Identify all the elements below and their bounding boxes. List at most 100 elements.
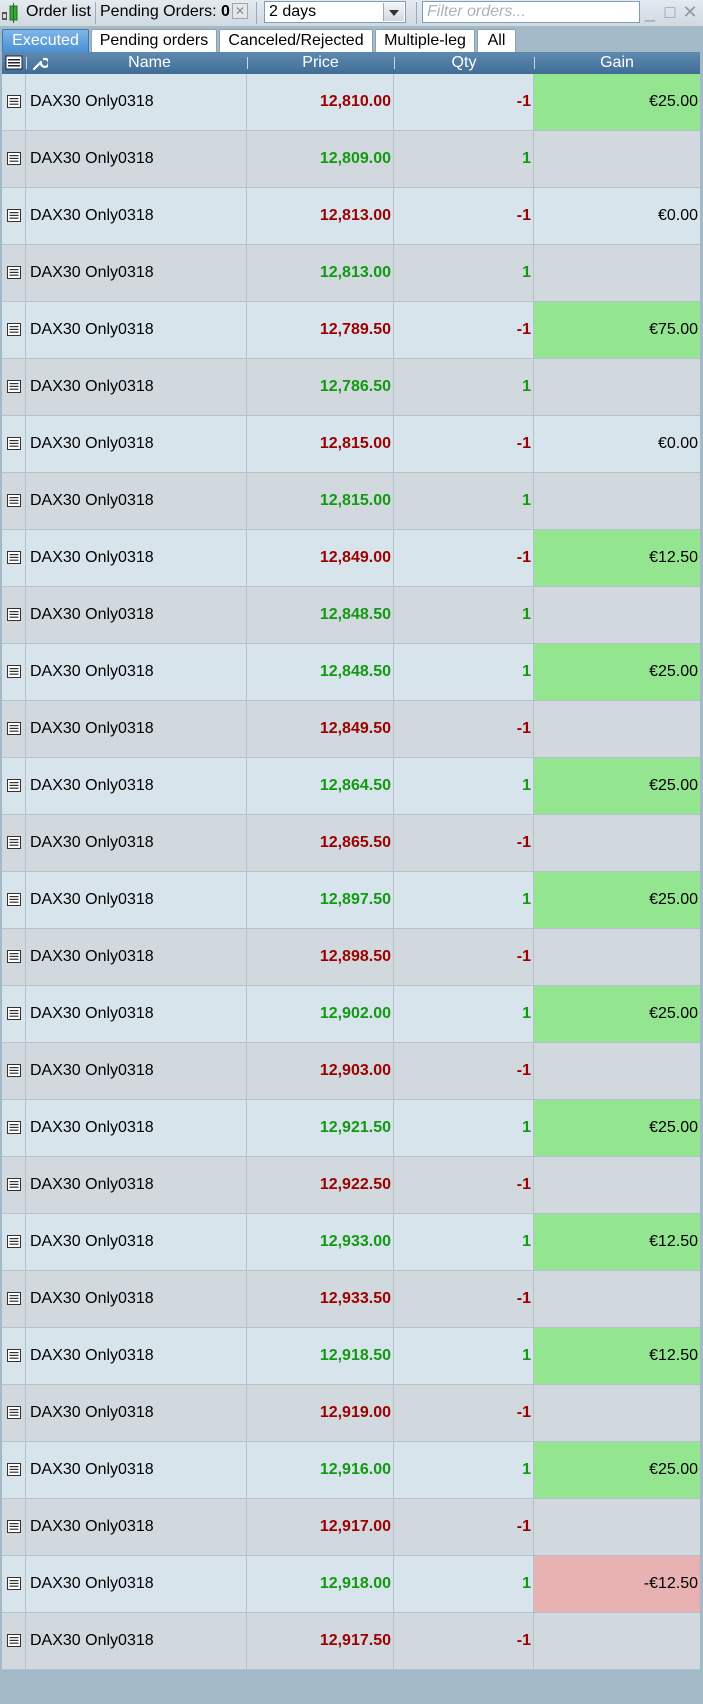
cell-name: DAX30 Only0318 — [26, 131, 247, 187]
order-details-icon[interactable] — [2, 1499, 26, 1555]
column-header-qty[interactable]: Qty — [394, 52, 534, 74]
table-row[interactable]: DAX30 Only0318 12,918.50 1 €12.50 — [2, 1328, 700, 1385]
table-row[interactable]: DAX30 Only0318 12,917.00 -1 — [2, 1499, 700, 1556]
column-header-name[interactable]: Name — [52, 52, 247, 74]
table-row[interactable]: DAX30 Only0318 12,848.50 1 €25.00 — [2, 644, 700, 701]
order-details-icon[interactable] — [2, 188, 26, 244]
order-details-icon[interactable] — [2, 131, 26, 187]
order-details-icon[interactable] — [2, 1442, 26, 1498]
table-row[interactable]: DAX30 Only0318 12,815.00 -1 €0.00 — [2, 416, 700, 473]
wrench-icon[interactable] — [32, 55, 48, 71]
order-details-icon[interactable] — [2, 74, 26, 130]
cell-qty: 1 — [394, 872, 534, 928]
table-row[interactable]: DAX30 Only0318 12,848.50 1 — [2, 587, 700, 644]
cell-name: DAX30 Only0318 — [26, 1556, 247, 1612]
order-details-icon[interactable] — [2, 986, 26, 1042]
table-row[interactable]: DAX30 Only0318 12,865.50 -1 — [2, 815, 700, 872]
tab-canceled-rejected[interactable]: Canceled/Rejected — [219, 29, 373, 52]
cell-price: 12,921.50 — [247, 1100, 394, 1156]
cell-gain — [534, 131, 700, 187]
table-row[interactable]: DAX30 Only0318 12,898.50 -1 — [2, 929, 700, 986]
cell-gain: €12.50 — [534, 530, 700, 586]
table-row[interactable]: DAX30 Only0318 12,922.50 -1 — [2, 1157, 700, 1214]
table-row[interactable]: DAX30 Only0318 12,917.50 -1 — [2, 1613, 700, 1670]
table-row[interactable]: DAX30 Only0318 12,864.50 1 €25.00 — [2, 758, 700, 815]
table-row[interactable]: DAX30 Only0318 12,786.50 1 — [2, 359, 700, 416]
column-header-gain[interactable]: Gain — [534, 52, 700, 74]
cell-qty: 1 — [394, 1214, 534, 1270]
order-details-icon[interactable] — [2, 1100, 26, 1156]
order-details-icon[interactable] — [2, 359, 26, 415]
order-details-icon[interactable] — [2, 1556, 26, 1612]
cell-price: 12,786.50 — [247, 359, 394, 415]
order-details-icon[interactable] — [2, 1385, 26, 1441]
cell-price: 12,810.00 — [247, 74, 394, 130]
tab-executed[interactable]: Executed — [2, 29, 89, 52]
order-details-icon[interactable] — [2, 245, 26, 301]
tab-multiple-leg[interactable]: Multiple-leg — [375, 29, 475, 52]
cell-gain: €25.00 — [534, 986, 700, 1042]
table-row[interactable]: DAX30 Only0318 12,815.00 1 — [2, 473, 700, 530]
maximize-icon[interactable]: □ — [660, 2, 680, 22]
table-row[interactable]: DAX30 Only0318 12,849.50 -1 — [2, 701, 700, 758]
cell-gain: €25.00 — [534, 74, 700, 130]
table-row[interactable]: DAX30 Only0318 12,919.00 -1 — [2, 1385, 700, 1442]
column-header-price[interactable]: Price — [247, 52, 394, 74]
table-row[interactable]: DAX30 Only0318 12,849.00 -1 €12.50 — [2, 530, 700, 587]
order-details-icon[interactable] — [2, 1271, 26, 1327]
cell-qty: -1 — [394, 815, 534, 871]
order-details-icon[interactable] — [2, 929, 26, 985]
table-row[interactable]: DAX30 Only0318 12,813.00 -1 €0.00 — [2, 188, 700, 245]
cell-price: 12,809.00 — [247, 131, 394, 187]
cell-gain: €25.00 — [534, 644, 700, 700]
table-row[interactable]: DAX30 Only0318 12,921.50 1 €25.00 — [2, 1100, 700, 1157]
period-select[interactable]: 2 days — [264, 1, 406, 23]
cell-gain: €25.00 — [534, 1100, 700, 1156]
table-row[interactable]: DAX30 Only0318 12,789.50 -1 €75.00 — [2, 302, 700, 359]
order-details-icon[interactable] — [2, 644, 26, 700]
table-row[interactable]: DAX30 Only0318 12,902.00 1 €25.00 — [2, 986, 700, 1043]
order-details-icon[interactable] — [2, 302, 26, 358]
order-details-icon[interactable] — [2, 1328, 26, 1384]
order-details-icon[interactable] — [2, 1043, 26, 1099]
tab-pending-orders[interactable]: Pending orders — [91, 29, 217, 52]
cell-name: DAX30 Only0318 — [26, 1328, 247, 1384]
order-details-icon[interactable] — [2, 758, 26, 814]
table-row[interactable]: DAX30 Only0318 12,903.00 -1 — [2, 1043, 700, 1100]
cell-qty: 1 — [394, 986, 534, 1042]
cell-gain: €25.00 — [534, 1442, 700, 1498]
toolbar: Order list Pending Orders: 0 ✕ 2 days _ … — [0, 0, 703, 27]
tab-all[interactable]: All — [477, 29, 516, 52]
details-column-icon[interactable] — [5, 55, 23, 70]
order-details-icon[interactable] — [2, 815, 26, 871]
table-row[interactable]: DAX30 Only0318 12,809.00 1 — [2, 131, 700, 188]
clear-pending-icon[interactable]: ✕ — [232, 3, 248, 19]
table-row[interactable]: DAX30 Only0318 12,933.00 1 €12.50 — [2, 1214, 700, 1271]
order-details-icon[interactable] — [2, 416, 26, 472]
table-row[interactable]: DAX30 Only0318 12,897.50 1 €25.00 — [2, 872, 700, 929]
close-icon[interactable]: ✕ — [680, 2, 700, 22]
cell-price: 12,918.50 — [247, 1328, 394, 1384]
cell-gain: €12.50 — [534, 1328, 700, 1384]
filter-orders-field[interactable] — [422, 1, 641, 23]
filter-orders-input[interactable] — [423, 2, 641, 22]
minimize-icon[interactable]: _ — [640, 2, 660, 22]
cell-price: 12,918.00 — [247, 1556, 394, 1612]
order-details-icon[interactable] — [2, 701, 26, 757]
table-row[interactable]: DAX30 Only0318 12,918.00 1 -€12.50 — [2, 1556, 700, 1613]
order-details-icon[interactable] — [2, 1157, 26, 1213]
cell-name: DAX30 Only0318 — [26, 1214, 247, 1270]
order-details-icon[interactable] — [2, 872, 26, 928]
order-details-icon[interactable] — [2, 587, 26, 643]
table-row[interactable]: DAX30 Only0318 12,916.00 1 €25.00 — [2, 1442, 700, 1499]
order-details-icon[interactable] — [2, 473, 26, 529]
table-row[interactable]: DAX30 Only0318 12,813.00 1 — [2, 245, 700, 302]
order-details-icon[interactable] — [2, 530, 26, 586]
order-details-icon[interactable] — [2, 1613, 26, 1669]
order-details-icon[interactable] — [2, 1214, 26, 1270]
cell-gain — [534, 1043, 700, 1099]
chevron-down-icon[interactable] — [383, 3, 404, 21]
toolbar-divider — [256, 2, 257, 24]
table-row[interactable]: DAX30 Only0318 12,810.00 -1 €25.00 — [2, 74, 700, 131]
table-row[interactable]: DAX30 Only0318 12,933.50 -1 — [2, 1271, 700, 1328]
